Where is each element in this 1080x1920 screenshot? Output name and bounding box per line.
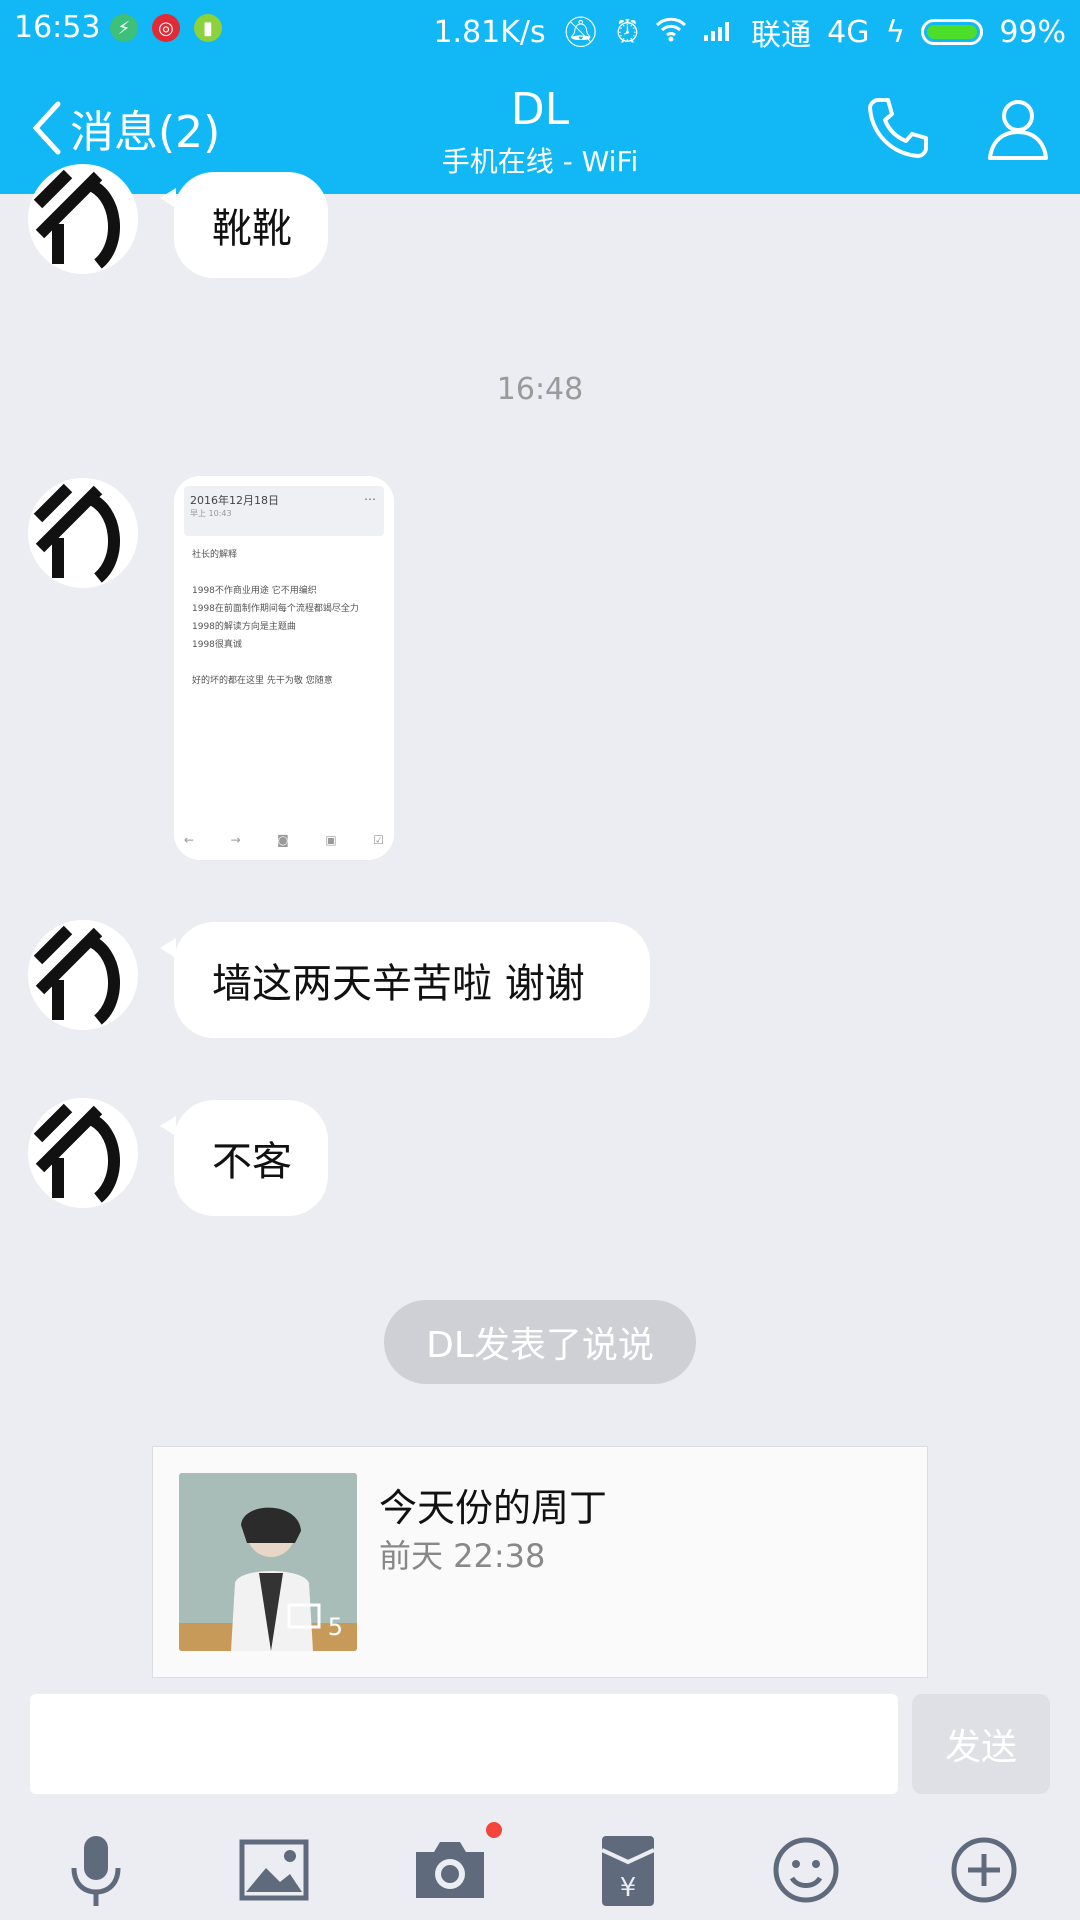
message-text: 靴靴 <box>212 206 292 252</box>
status-bar: 16:53 ⚡ ◎ ▮ 1.81K/s 🔕︎ ⏰︎ 联通 4G ϟ 99% <box>0 0 1080 58</box>
battery-icon <box>921 19 984 45</box>
note-header: 2016年12月18日 早上 10:43 ⋯ <box>184 486 384 536</box>
mute-icon: 🔕︎ <box>561 14 600 50</box>
post-thumbnail: 5 <box>179 1473 357 1651</box>
message-text: 不客 <box>212 1139 292 1185</box>
note-line: 1998很真诚 <box>192 640 242 650</box>
note-line: 好的坏的都在这里 先干为敬 您随意 <box>192 676 333 686</box>
note-body: 社长的解释 1998不作商业用途 它不用编织 1998在前面制作期间每个流程都竭… <box>192 546 384 690</box>
battery-percent: 99% <box>999 14 1066 50</box>
camera-icon[interactable] <box>410 1830 490 1910</box>
check-icon: ☑ <box>373 833 384 847</box>
message-bubble[interactable]: 墙这两天辛苦啦 谢谢 <box>160 922 650 1038</box>
microphone-icon[interactable] <box>56 1830 136 1910</box>
security-app-icon: ⚡ <box>110 14 138 42</box>
photo-count: 5 <box>327 1613 343 1641</box>
post-card[interactable]: 5 今天份的周丁 前天 22:38 <box>152 1446 928 1678</box>
signal-icon <box>703 15 735 50</box>
message-bubble[interactable]: 不客 <box>160 1100 328 1216</box>
music-app-icon: ◎ <box>152 14 180 42</box>
status-right: 1.81K/s 🔕︎ ⏰︎ 联通 4G ϟ 99% <box>433 10 1066 54</box>
phone-icon[interactable] <box>862 92 934 164</box>
network-type: 4G <box>827 14 870 50</box>
avatar[interactable] <box>28 478 138 588</box>
message-input[interactable] <box>30 1694 898 1794</box>
carrier: 联通 <box>751 18 812 53</box>
more-icon: ⋯ <box>364 492 376 506</box>
post-title: 今天份的周丁 <box>379 1486 608 1530</box>
red-packet-icon[interactable]: ¥ <box>588 1830 668 1910</box>
bottom-toolbar: ¥ <box>0 1820 1080 1920</box>
profile-icon[interactable] <box>982 92 1054 164</box>
arrow-left-icon: ← <box>184 833 195 847</box>
cleaner-app-icon: ▮ <box>194 14 222 42</box>
svg-text:¥: ¥ <box>620 1873 637 1903</box>
note-line <box>192 564 384 582</box>
avatar[interactable] <box>28 1098 138 1208</box>
note-line: 1998在前面制作期间每个流程都竭尽全力 <box>192 604 359 614</box>
message-bubble[interactable]: 靴靴 <box>160 172 328 278</box>
image-icon[interactable] <box>234 1830 314 1910</box>
image-icon: ▣ <box>325 833 337 847</box>
avatar[interactable] <box>28 164 138 274</box>
system-notice[interactable]: DL发表了说说 <box>384 1300 696 1384</box>
avatar[interactable] <box>28 920 138 1030</box>
arrow-right-icon: → <box>230 833 241 847</box>
note-line <box>192 654 384 672</box>
post-time: 前天 22:38 <box>379 1537 546 1575</box>
note-line: 1998不作商业用途 它不用编织 <box>192 586 317 596</box>
battery-fill <box>927 25 977 39</box>
send-button[interactable]: 发送 <box>912 1694 1050 1794</box>
plus-icon[interactable] <box>944 1830 1024 1910</box>
emoji-icon[interactable] <box>766 1830 846 1910</box>
note-line: 1998的解读方向是主题曲 <box>192 622 296 632</box>
charging-icon: ϟ <box>885 14 906 50</box>
note-time: 早上 10:43 <box>190 509 232 518</box>
status-time: 16:53 <box>14 10 101 45</box>
note-toolbar: ← → ◙ ▣ ☑ <box>184 828 384 852</box>
timestamp: 16:48 <box>496 372 584 407</box>
note-date: 2016年12月18日 <box>190 494 279 507</box>
header-bar: 16:53 ⚡ ◎ ▮ 1.81K/s 🔕︎ ⏰︎ 联通 4G ϟ 99% 消息… <box>0 0 1080 194</box>
notification-dot <box>486 1822 502 1838</box>
camera-icon: ◙ <box>277 833 289 847</box>
message-text: 墙这两天辛苦啦 谢谢 <box>212 961 585 1007</box>
input-row: 发送 <box>0 1694 1080 1798</box>
wifi-icon <box>655 15 687 50</box>
alarm-icon: ⏰︎ <box>615 14 640 50</box>
net-speed: 1.81K/s <box>433 14 546 50</box>
image-message[interactable]: 2016年12月18日 早上 10:43 ⋯ 社长的解释 1998不作商业用途 … <box>174 476 394 860</box>
notification-icons: ⚡ ◎ ▮ <box>110 14 222 42</box>
note-line: 社长的解释 <box>192 550 238 560</box>
